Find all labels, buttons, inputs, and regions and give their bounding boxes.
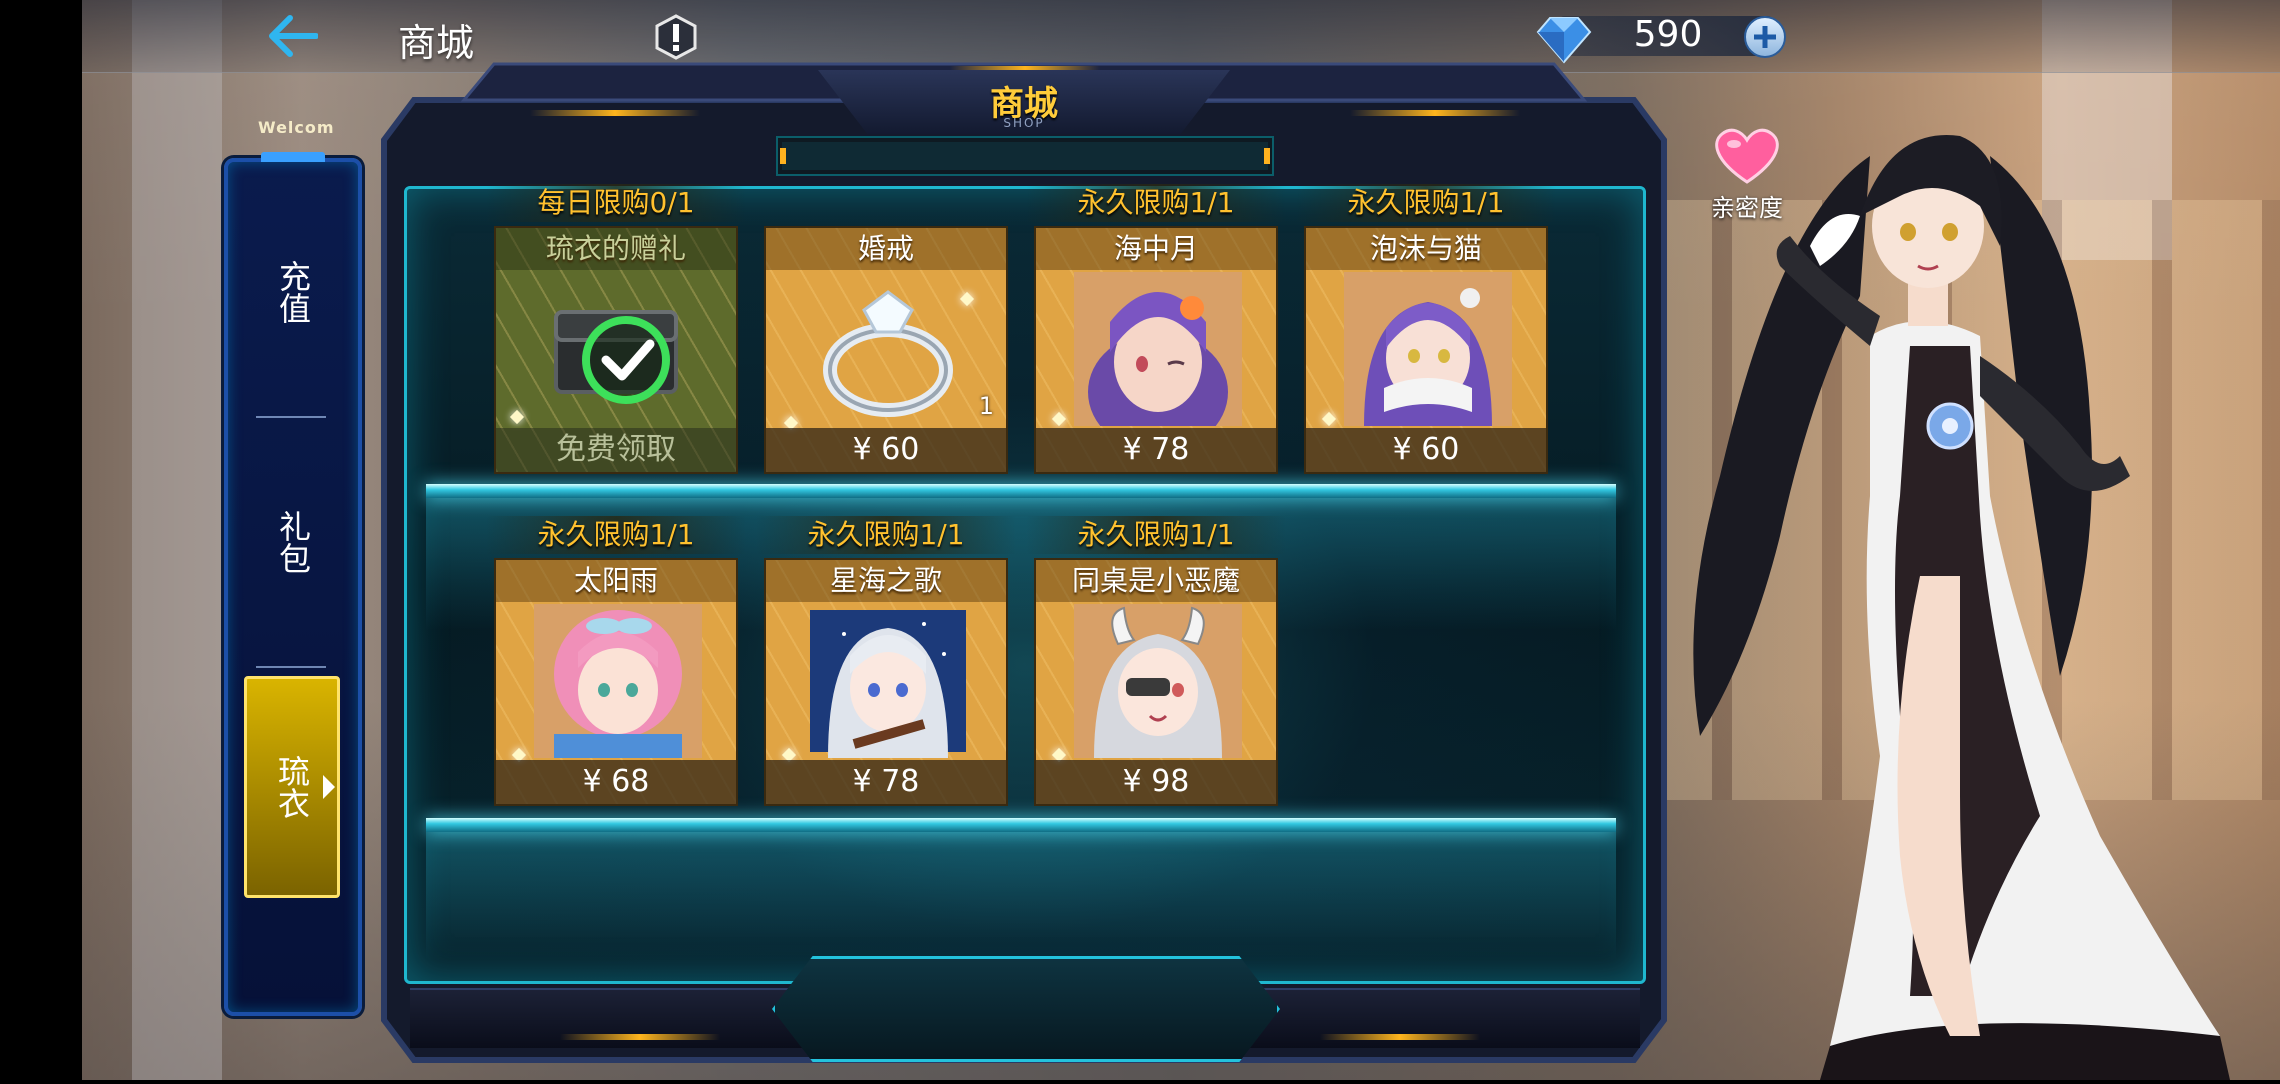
purchase-limit-label: 永久限购1/1 xyxy=(1296,184,1556,222)
shop-item: 永久限购1/1 太阳雨 ¥ 68 xyxy=(486,516,746,806)
portrait-purple-hair xyxy=(1074,272,1242,426)
shop-item: 每日限购0/1 琉衣的赠礼 免费领取 xyxy=(486,184,746,474)
tab-costume[interactable]: 琉衣 xyxy=(244,676,340,898)
add-currency-button[interactable] xyxy=(1744,16,1786,58)
gold-accent xyxy=(530,110,700,116)
item-price: ¥ 60 xyxy=(766,428,1006,472)
shelf-glow xyxy=(426,820,1616,960)
item-name: 太阳雨 xyxy=(496,560,736,602)
tab-gift-pack-label: 礼包 xyxy=(274,510,312,574)
shop-bottom-panel xyxy=(772,956,1280,1062)
gold-accent xyxy=(1350,110,1520,116)
category-tab-panel: 充值 礼包 琉衣 xyxy=(224,158,362,1016)
chest-icon xyxy=(534,272,702,426)
shelf xyxy=(426,484,1616,498)
portrait-white-hair-horns xyxy=(1074,604,1242,758)
info-icon xyxy=(655,14,697,60)
sparkle xyxy=(1051,411,1067,427)
portrait-silver-hair-violin xyxy=(804,604,972,758)
shop-item: 永久限购1/1 星海之歌 ¥ 78 xyxy=(756,516,1016,806)
portrait-pink-hair xyxy=(534,604,702,758)
shop-subtitle: SHOP xyxy=(1003,116,1045,130)
character-illustration xyxy=(1660,96,2260,1080)
tab-gift-pack[interactable]: 礼包 xyxy=(234,452,352,632)
item-card-costume-gift[interactable]: 琉衣的赠礼 免费领取 xyxy=(494,226,738,474)
item-name: 海中月 xyxy=(1036,228,1276,270)
purchase-limit-label: 永久限购1/1 xyxy=(756,516,1016,554)
item-price: ¥ 98 xyxy=(1036,760,1276,804)
tab-recharge-label: 充值 xyxy=(274,260,312,324)
arrow-left-icon xyxy=(269,15,319,57)
item-name: 琉衣的赠礼 xyxy=(496,228,736,270)
diamond-icon xyxy=(1536,12,1592,64)
purchase-limit-label: 永久限购1/1 xyxy=(486,516,746,554)
ring-icon xyxy=(804,272,972,426)
item-card-ring[interactable]: 婚戒 1 ¥ 60 xyxy=(764,226,1008,474)
item-card-costume[interactable]: 星海之歌 ¥ 78 xyxy=(764,558,1008,806)
gold-accent xyxy=(560,1034,720,1040)
shelf xyxy=(426,818,1616,832)
purchase-limit-label: 永久限购1/1 xyxy=(1026,516,1286,554)
welcome-label: Welcom xyxy=(258,118,335,137)
shop-header-bar xyxy=(778,138,1272,174)
purchase-limit-label: 永久限购1/1 xyxy=(1026,184,1286,222)
item-card-costume[interactable]: 海中月 ¥ 78 xyxy=(1034,226,1278,474)
item-name: 泡沫与猫 xyxy=(1306,228,1546,270)
item-quantity: 1 xyxy=(978,392,994,420)
tab-recharge[interactable]: 充值 xyxy=(234,202,352,382)
item-name: 婚戒 xyxy=(766,228,1006,270)
back-button[interactable] xyxy=(268,14,319,58)
item-card-costume[interactable]: 同桌是小恶魔 ¥ 98 xyxy=(1034,558,1278,806)
purchase-limit-label: 每日限购0/1 xyxy=(486,184,746,222)
shop-item: 永久限购1/1 同桌是小恶魔 ¥ 98 xyxy=(1026,516,1286,806)
mall-pillar xyxy=(132,0,222,1080)
gold-accent xyxy=(1320,1034,1480,1040)
item-card-costume[interactable]: 太阳雨 ¥ 68 xyxy=(494,558,738,806)
item-price: ¥ 78 xyxy=(766,760,1006,804)
shop-item: 永久限购1/1 海中月 ¥ 78 xyxy=(1026,184,1286,474)
item-price: ¥ 78 xyxy=(1036,428,1276,472)
currency-value: 590 xyxy=(1633,14,1703,55)
tab-divider xyxy=(256,416,326,418)
sparkle xyxy=(1321,411,1337,427)
shop-item: 婚戒 1 ¥ 60 xyxy=(764,226,1008,474)
sparkle xyxy=(509,409,525,425)
item-name: 星海之歌 xyxy=(766,560,1006,602)
item-name: 同桌是小恶魔 xyxy=(1036,560,1276,602)
page-title: 商城 xyxy=(398,21,475,65)
chevron-right-icon xyxy=(323,775,335,799)
shop-item: 永久限购1/1 泡沫与猫 ¥ 60 xyxy=(1296,184,1556,474)
portrait-purple-hair-scarf xyxy=(1344,272,1512,426)
item-price: ¥ 60 xyxy=(1306,428,1546,472)
item-price: 免费领取 xyxy=(496,428,736,472)
item-price: ¥ 68 xyxy=(496,760,736,804)
item-card-costume[interactable]: 泡沫与猫 ¥ 60 xyxy=(1304,226,1548,474)
info-button[interactable] xyxy=(654,14,698,60)
tab-divider xyxy=(256,666,326,668)
